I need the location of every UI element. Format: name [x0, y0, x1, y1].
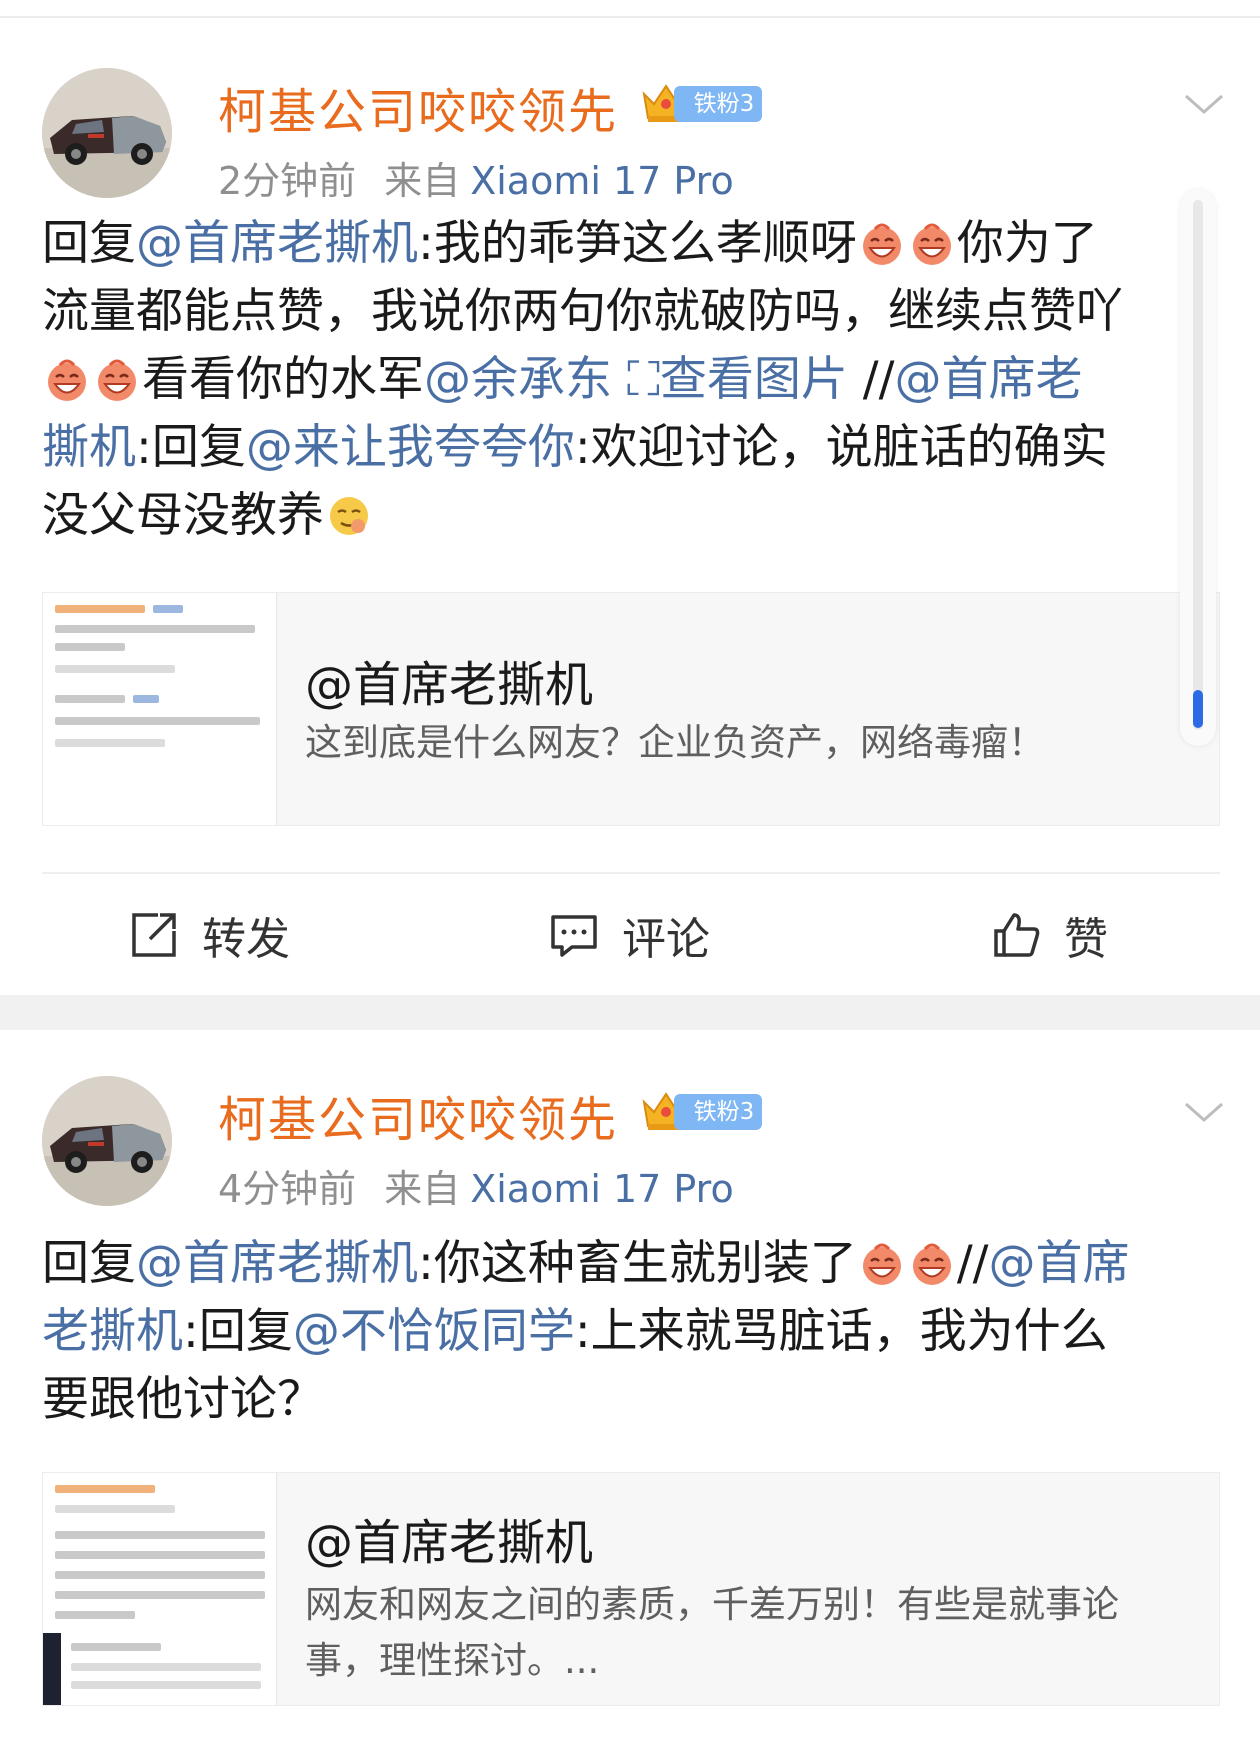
repost-icon — [132, 913, 176, 957]
content-line: 流量都能点赞，我说你两句你就破防吗，继续点赞吖 — [42, 278, 1222, 346]
quote-thumbnail[interactable] — [43, 593, 277, 825]
content-text: :欢迎讨论，说脏话的确实 — [574, 420, 1108, 475]
device-name[interactable]: Xiaomi 17 Pro — [470, 1167, 734, 1211]
mention-link[interactable]: ⛶查看图片 — [627, 352, 848, 407]
username[interactable]: 柯基公司咬咬领先 — [218, 72, 618, 142]
content-line: 老撕机:回复@不恰饭同学:上来就骂脏话，我为什么 — [42, 1298, 1222, 1366]
content-text: :回复 — [136, 420, 246, 475]
content-text: 回复 — [42, 216, 136, 271]
action-bar: 转发 评论 赞 — [0, 900, 1260, 970]
quoted-post-card[interactable]: @首席老撕机 这到底是什么网友？企业负资产，网络毒瘤！ — [42, 592, 1220, 826]
feed-post[interactable]: 柯基公司咬咬领先 铁粉3 2分钟前 来自 Xiaomi 17 Pro 回复@首席老撕… — [0, 20, 1260, 995]
post-meta: 2分钟前 来自 Xiaomi 17 Pro — [218, 150, 734, 205]
avatar-car-image — [42, 68, 172, 198]
feed-post[interactable]: 柯基公司咬咬领先 铁粉3 4分钟前 来自 Xiaomi 17 Pro 回复@首席老撕… — [0, 1030, 1260, 1741]
content-text: :上来就骂脏话，我为什么 — [574, 1304, 1108, 1359]
content-text: :你这种畜生就别装了 — [418, 1236, 857, 1291]
chevron-down-icon[interactable] — [1182, 82, 1226, 126]
mention-link[interactable]: @来让我夸夸你 — [246, 420, 575, 475]
mention-link[interactable]: @首席 — [989, 1236, 1130, 1291]
quote-text: 网友和网友之间的素质，千差万别！有些是就事论 事，理性探讨。... — [305, 1577, 1205, 1689]
quoted-post-card[interactable]: @首席老撕机 网友和网友之间的素质，千差万别！有些是就事论 事，理性探讨。... — [42, 1472, 1220, 1706]
smirk-emoji — [330, 497, 368, 535]
post-time: 4分钟前 — [218, 1167, 357, 1211]
laugh-emoji — [862, 223, 901, 265]
content-line: 回复@首席老撕机:我的乖笋这么孝顺呀 你为了 — [42, 210, 1222, 278]
badge-label: 铁粉3 — [674, 86, 762, 122]
top-edge — [0, 0, 1260, 18]
quote-author[interactable]: @首席老撕机 — [305, 645, 593, 715]
quote-text: 这到底是什么网友？企业负资产，网络毒瘤！ — [305, 715, 1205, 771]
content-line: 看看你的水军@余承东 ⛶查看图片 //@首席老 — [42, 346, 1222, 414]
avatar[interactable] — [42, 68, 172, 198]
comment-label: 评论 — [622, 914, 710, 965]
quote-text-line: 网友和网友之间的素质，千差万别！有些是就事论 — [305, 1583, 1119, 1626]
mention-link[interactable]: @首席老 — [894, 352, 1082, 407]
like-button[interactable]: 赞 — [990, 900, 1108, 970]
quote-author[interactable]: @首席老撕机 — [305, 1503, 593, 1573]
content-line: 没父母没教养 — [42, 482, 1222, 550]
content-line: 撕机:回复@来让我夸夸你:欢迎讨论，说脏话的确实 — [42, 414, 1222, 482]
content-text: 你为了 — [956, 216, 1098, 271]
source-label: 来自 — [384, 159, 461, 203]
divider — [42, 872, 1220, 874]
repost-button[interactable]: 转发 — [128, 900, 290, 970]
content-text: :我的乖笋这么孝顺呀 — [418, 216, 857, 271]
content-text — [612, 352, 627, 407]
mention-link[interactable]: 撕机 — [42, 420, 136, 475]
content-text: // — [847, 352, 895, 407]
username[interactable]: 柯基公司咬咬领先 — [218, 1080, 618, 1150]
mention-link[interactable]: @不恰饭同学 — [293, 1304, 575, 1359]
post-content: 回复@首席老撕机:我的乖笋这么孝顺呀 你为了 流量都能点赞，我说你两句你就破防吗，继… — [42, 210, 1222, 560]
mention-link[interactable]: 老撕机 — [42, 1304, 183, 1359]
content-text: 看看你的水军 — [142, 352, 424, 407]
content-text: 要跟他讨论？ — [42, 1372, 324, 1427]
repost-label: 转发 — [202, 914, 290, 965]
quote-text-line: 事，理性探讨。... — [305, 1639, 600, 1682]
avatar[interactable] — [42, 1076, 172, 1206]
post-separator — [0, 995, 1260, 1030]
post-time: 2分钟前 — [218, 159, 357, 203]
scrollbar-track — [1193, 200, 1203, 730]
quote-text-line: 这到底是什么网友？企业负资产，网络毒瘤！ — [305, 721, 1045, 764]
content-line: 要跟他讨论？ — [42, 1366, 1222, 1434]
content-text: 回复 — [42, 1236, 136, 1291]
content-text: :回复 — [183, 1304, 293, 1359]
chevron-down-icon[interactable] — [1182, 1090, 1226, 1134]
post-content: 回复@首席老撕机:你这种畜生就别装了//@首席 老撕机:回复@不恰饭同学:上来就骂… — [42, 1230, 1222, 1440]
mention-link[interactable]: @余承东 — [424, 352, 612, 407]
thumbs-up-icon — [994, 913, 1040, 957]
scrollbar[interactable] — [1180, 190, 1216, 746]
scrollbar-thumb[interactable] — [1193, 690, 1203, 728]
badge-label: 铁粉3 — [674, 1094, 762, 1130]
avatar-car-image — [42, 1076, 172, 1206]
source-label: 来自 — [384, 1167, 461, 1211]
quote-thumbnail[interactable] — [43, 1473, 277, 1705]
fan-badge[interactable]: 铁粉3 — [640, 1086, 762, 1134]
like-label: 赞 — [1064, 914, 1108, 965]
content-line: 回复@首席老撕机:你这种畜生就别装了 //@首席 — [42, 1230, 1222, 1298]
content-text: 没父母没教养 — [42, 488, 324, 543]
device-name[interactable]: Xiaomi 17 Pro — [470, 159, 734, 203]
content-text: // — [956, 1236, 989, 1291]
laugh-emoji — [912, 1243, 951, 1285]
laugh-emoji — [862, 1243, 901, 1285]
laugh-emoji — [48, 359, 86, 401]
comment-button[interactable]: 评论 — [548, 900, 710, 970]
comment-icon — [551, 915, 597, 957]
post-meta: 4分钟前 来自 Xiaomi 17 Pro — [218, 1158, 734, 1213]
fan-badge[interactable]: 铁粉3 — [640, 78, 762, 126]
content-text: 流量都能点赞，我说你两句你就破防吗，继续点赞吖 — [42, 284, 1123, 339]
laugh-emoji — [98, 359, 136, 401]
mention-link[interactable]: @首席老撕机 — [136, 1236, 418, 1291]
mention-link[interactable]: @首席老撕机 — [136, 216, 418, 271]
laugh-emoji — [912, 223, 951, 265]
